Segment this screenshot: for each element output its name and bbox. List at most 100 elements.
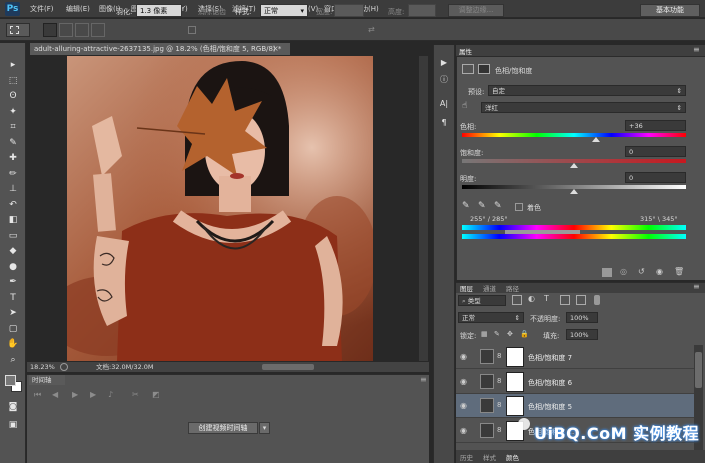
clip-to-layer-icon[interactable] [602,268,612,277]
layer-row[interactable]: ◉ 8 色相/饱和度 5 [456,394,694,418]
width-input[interactable] [334,4,364,17]
layers-scroll-thumb[interactable] [695,352,702,388]
history-tab[interactable]: 历史 [460,452,473,462]
intersect-selection-icon[interactable] [91,23,105,37]
eyedropper-tool-icon[interactable]: ✎ [5,136,21,150]
styles-tab[interactable]: 样式 [483,452,496,462]
hue-input[interactable]: +36 [625,120,686,131]
properties-menu-icon[interactable]: ≡ [693,45,700,54]
paths-tab[interactable]: 路径 [506,283,519,293]
type-tool-icon[interactable]: T [5,291,21,305]
delete-icon[interactable]: 🗑 [674,267,684,276]
move-tool-icon[interactable]: ▸ [5,58,21,72]
brush-tool-icon[interactable]: ✏ [5,167,21,181]
layer-mask-thumbnail[interactable] [506,396,524,416]
eye-icon[interactable]: ◉ [460,426,467,435]
timeline-tab[interactable]: 时间轴 [29,375,65,385]
layer-row[interactable]: ◉ 8 色相/饱和度 6 [456,369,694,394]
photo-canvas[interactable] [67,56,373,361]
pen-tool-icon[interactable]: ✒ [5,275,21,289]
eye-icon[interactable]: ◉ [460,352,467,361]
workspace-button[interactable]: 基本功能 [640,4,700,17]
lightness-slider-thumb[interactable] [570,189,578,194]
color-tab[interactable]: 颜色 [506,452,519,462]
layer-mask-thumbnail[interactable] [506,347,524,367]
next-frame-icon[interactable]: ▶ [90,390,96,399]
channel-select[interactable]: 洋红 ⇕ [481,102,686,113]
channels-tab[interactable]: 通道 [483,283,496,293]
hand-tool-icon[interactable]: ✋ [5,337,21,351]
eyedropper-plus-icon[interactable]: ✎ [478,201,486,211]
preset-select[interactable]: 自定 ⇕ [488,85,686,96]
link-icon[interactable]: 8 [497,426,501,434]
style-select[interactable]: 正常 ▾ [260,4,308,17]
scissors-icon[interactable]: ✂ [132,390,139,399]
filter-toggle[interactable] [594,295,600,305]
mask-icon[interactable] [478,64,490,74]
eye-icon[interactable]: ◉ [460,377,467,386]
paragraph-icon[interactable]: ¶ [437,116,451,130]
eyedropper-icon[interactable]: ✎ [462,201,470,211]
menu-item[interactable]: 文件(F) [30,4,54,14]
screen-mode-icon[interactable]: ▣ [5,418,21,432]
saturation-input[interactable]: 0 [625,146,686,157]
layers-menu-icon[interactable]: ≡ [693,282,700,291]
reset-icon[interactable]: ↺ [638,267,645,276]
filter-adjustment-icon[interactable]: ◐ [528,294,535,303]
history-brush-tool-icon[interactable]: ↶ [5,198,21,212]
lock-all-icon[interactable]: 🔒 [520,330,529,338]
layers-tab[interactable]: 图层 [460,283,473,293]
hue-slider-track[interactable] [462,133,686,137]
first-frame-icon[interactable]: ⏮ [34,390,41,400]
status-menu-icon[interactable] [60,363,68,371]
horizontal-scroll-thumb[interactable] [262,364,314,370]
layer-filter-select[interactable]: ⌕ 类型 [458,295,506,306]
eraser-tool-icon[interactable]: ◧ [5,213,21,227]
quick-select-tool-icon[interactable]: ✦ [5,105,21,119]
hand-adjust-icon[interactable]: ☝ [462,101,467,111]
visibility-icon[interactable]: ◉ [656,267,663,276]
prev-frame-icon[interactable]: ◀ [52,390,58,399]
timeline-dropdown-icon[interactable]: ▾ [259,422,270,434]
marquee-tool-preset[interactable] [6,23,30,37]
blur-tool-icon[interactable]: ◆ [5,244,21,258]
canvas-vertical-scrollbar[interactable] [419,56,428,361]
transition-icon[interactable]: ◩ [152,390,160,399]
view-previous-icon[interactable]: ◎ [620,267,627,276]
character-icon[interactable]: A| [437,97,451,111]
blend-mode-select[interactable]: 正常 ⇕ [458,312,524,323]
lock-transparency-icon[interactable]: ▦ [481,330,488,338]
foreground-color-swatch[interactable] [5,375,16,386]
audio-icon[interactable]: ♪ [108,390,113,399]
fill-input[interactable]: 100% [566,329,598,340]
feather-input[interactable]: 1.3 像素 [136,4,182,17]
shape-tool-icon[interactable]: ▢ [5,322,21,336]
create-video-timeline-button[interactable]: 创建视频时间轴 [188,422,258,434]
crop-tool-icon[interactable]: ⌗ [5,120,21,134]
clone-stamp-tool-icon[interactable]: ⊥ [5,182,21,196]
filter-shape-icon[interactable] [560,295,570,305]
subtract-selection-icon[interactable] [75,23,89,37]
play-action-icon[interactable]: ▶ [437,56,451,70]
lock-pixels-icon[interactable]: ✎ [494,330,500,338]
lasso-tool-icon[interactable]: ʘ [5,89,21,103]
healing-tool-icon[interactable]: ✚ [5,151,21,165]
link-icon[interactable]: 8 [497,352,501,360]
close-document-icon[interactable]: × [272,44,279,53]
quick-mask-icon[interactable]: ◙ [5,400,21,414]
link-icon[interactable]: 8 [497,377,501,385]
zoom-tool-icon[interactable]: ⌕ [5,353,21,367]
info-icon[interactable]: ⓘ [437,73,451,87]
properties-tab[interactable]: 属性 [459,46,472,56]
filter-type-icon[interactable]: T [544,294,549,303]
filter-smart-object-icon[interactable] [576,295,586,305]
eye-icon[interactable]: ◉ [460,401,467,410]
add-selection-icon[interactable] [59,23,73,37]
zoom-readout[interactable]: 18.23% [30,362,55,372]
lightness-input[interactable]: 0 [625,172,686,183]
filter-pixel-icon[interactable] [512,295,522,305]
menu-item[interactable]: 编辑(E) [66,4,90,14]
swap-icon[interactable]: ⇄ [368,25,375,34]
dodge-tool-icon[interactable]: ● [5,260,21,274]
height-input[interactable] [408,4,436,17]
